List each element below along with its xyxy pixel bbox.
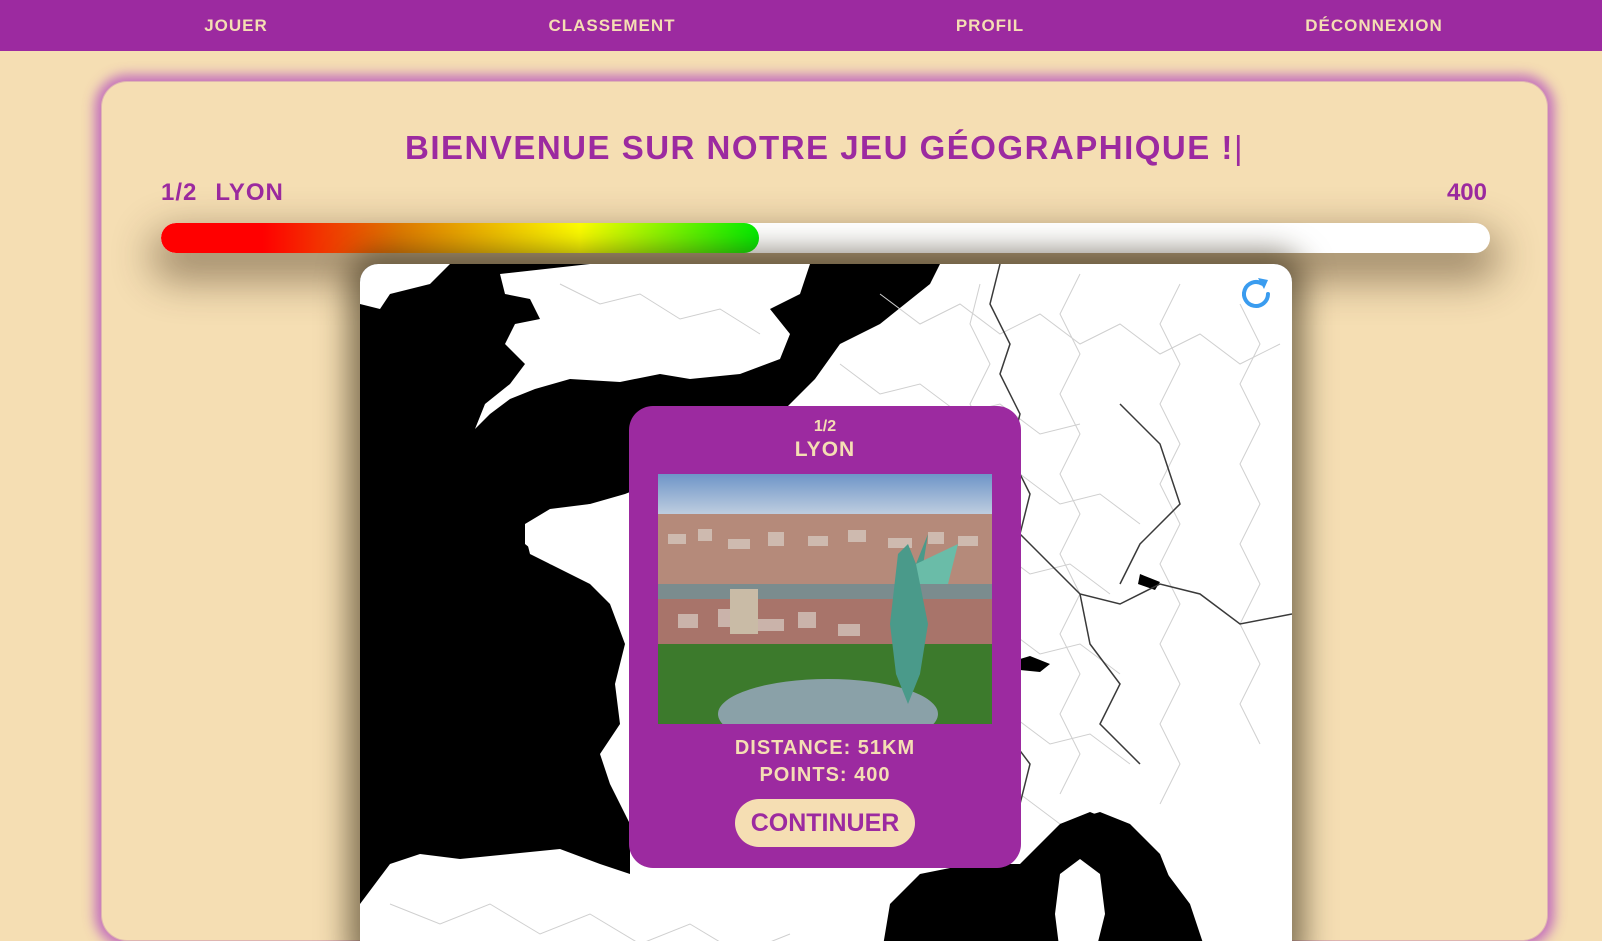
nav-profil[interactable]: PROFIL: [956, 0, 1024, 51]
nav-deconnexion[interactable]: DÉCONNEXION: [1305, 0, 1443, 51]
current-city: LYON: [215, 179, 284, 206]
nav-jouer[interactable]: JOUER: [204, 0, 268, 51]
typing-caret: |: [1233, 129, 1245, 166]
lyon-aerial-photo: [658, 474, 992, 724]
popup-distance: DISTANCE: 51KM: [734, 737, 916, 759]
score-value: 400: [1446, 179, 1487, 206]
popup-round: 1/2: [813, 418, 837, 435]
continue-button[interactable]: CONTINUER: [735, 799, 915, 847]
round-info: 1/2 LYON: [161, 179, 302, 207]
timer-progress-fill: [161, 223, 760, 253]
popup-city: LYON: [794, 438, 856, 461]
result-popup: 1/2 LYON DISTANCE: 51KM POINTS: 400 CONT…: [629, 406, 1021, 868]
page-title-text: BIENVENUE SUR NOTRE JEU GÉOGRAPHIQUE !: [404, 129, 1234, 166]
top-navbar: JOUER CLASSEMENT PROFIL DÉCONNEXION: [0, 0, 1602, 51]
nav-classement[interactable]: CLASSEMENT: [548, 0, 675, 51]
timer-progress-bar: [161, 223, 1490, 253]
popup-points: POINTS: 400: [759, 764, 891, 786]
round-counter: 1/2: [161, 179, 198, 206]
refresh-icon[interactable]: [1234, 272, 1278, 316]
page-title: BIENVENUE SUR NOTRE JEU GÉOGRAPHIQUE !|: [101, 129, 1548, 167]
